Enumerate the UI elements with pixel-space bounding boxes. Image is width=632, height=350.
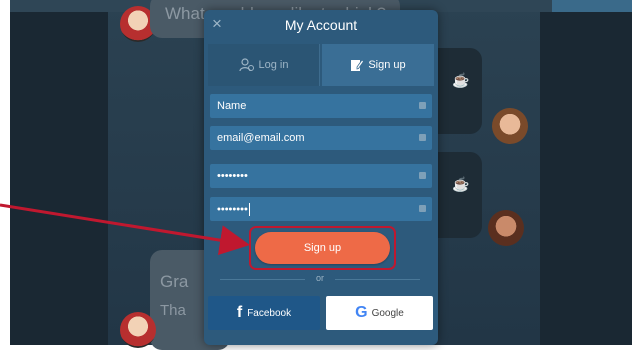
google-button[interactable]: G Google [326, 296, 433, 330]
confirm-password-field[interactable]: •••••••• [210, 197, 432, 221]
auth-tabs: Log in Sign up [208, 44, 434, 86]
google-label: Google [371, 307, 404, 319]
facebook-button[interactable]: f Facebook [208, 296, 320, 330]
keyboard-icon [419, 134, 426, 141]
or-text: or [315, 273, 324, 283]
keyboard-icon [419, 205, 426, 212]
password-field-value: •••••••• [217, 170, 248, 182]
facebook-label: Facebook [247, 307, 292, 319]
chat-bubble-line: Gra [160, 272, 189, 291]
cup-icon: ☕ [452, 176, 470, 192]
password-field[interactable]: •••••••• [210, 164, 432, 188]
user-icon [238, 58, 255, 72]
google-icon: G [355, 304, 368, 321]
account-modal: × My Account Log in Sign up Name email@e… [204, 10, 438, 345]
text-cursor [248, 202, 250, 216]
keyboard-icon [419, 172, 426, 179]
name-field-value: Name [217, 100, 247, 112]
tab-login-label: Log in [258, 59, 289, 71]
facebook-icon: f [236, 304, 243, 321]
left-backdrop [10, 0, 108, 345]
right-backdrop [540, 0, 632, 345]
email-field[interactable]: email@email.com [210, 126, 432, 150]
email-field-value: email@email.com [217, 132, 305, 144]
chat-avatar-woman [492, 108, 528, 144]
keyboard-icon [419, 102, 426, 109]
cup-icon: ☕ [452, 72, 470, 88]
tab-login[interactable]: Log in [208, 44, 320, 86]
tab-signup-label: Sign up [368, 59, 406, 71]
sign-up-button[interactable]: Sign up [255, 232, 390, 264]
or-divider: or [220, 273, 420, 285]
divider-line [335, 279, 420, 280]
chat-avatar [120, 312, 156, 348]
tab-signup[interactable]: Sign up [322, 44, 434, 86]
top-strip-accent [552, 0, 632, 12]
chat-avatar-woman [488, 210, 524, 246]
modal-title: My Account [284, 17, 358, 33]
confirm-password-field-value: •••••••• [217, 202, 248, 215]
name-field[interactable]: Name [210, 94, 432, 118]
edit-icon [350, 58, 365, 72]
